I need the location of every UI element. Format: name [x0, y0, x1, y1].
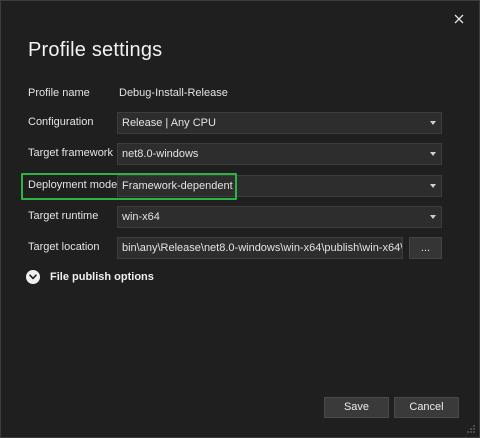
browse-button[interactable]: ... [409, 237, 442, 259]
chevron-down-icon [430, 184, 436, 188]
configuration-label: Configuration [28, 116, 94, 128]
target-location-input[interactable]: bin\any\Release\net8.0-windows\win-x64\p… [117, 237, 403, 259]
deployment-mode-value: Framework-dependent [122, 180, 233, 192]
resize-grip-icon[interactable] [466, 424, 476, 434]
close-button[interactable] [451, 11, 467, 27]
target-runtime-row: Target runtime win-x64 [28, 206, 442, 228]
target-runtime-value: win-x64 [122, 211, 160, 223]
deployment-mode-select[interactable]: Framework-dependent [117, 175, 442, 197]
cancel-button[interactable]: Cancel [394, 397, 459, 418]
target-location-row: Target location bin\any\Release\net8.0-w… [28, 237, 442, 259]
chevron-down-icon [430, 121, 436, 125]
profile-name-row: Profile name Debug-Install-Release [28, 83, 442, 105]
save-button[interactable]: Save [324, 397, 389, 418]
deployment-mode-row: Deployment mode Framework-dependent [28, 175, 442, 197]
close-icon [454, 14, 464, 24]
target-runtime-select[interactable]: win-x64 [117, 206, 442, 228]
profile-settings-dialog: Profile settings Profile name Debug-Inst… [0, 0, 480, 438]
chevron-down-icon [430, 152, 436, 156]
target-framework-label: Target framework [28, 147, 113, 159]
configuration-row: Configuration Release | Any CPU [28, 112, 442, 134]
chevron-down-icon [29, 274, 37, 280]
profile-name-value: Debug-Install-Release [119, 87, 228, 99]
profile-name-label: Profile name [28, 87, 90, 99]
target-framework-select[interactable]: net8.0-windows [117, 143, 442, 165]
dialog-title: Profile settings [28, 39, 163, 61]
configuration-select[interactable]: Release | Any CPU [117, 112, 442, 134]
file-publish-options-expander[interactable]: File publish options [26, 269, 154, 285]
file-publish-options-label: File publish options [50, 271, 154, 283]
target-framework-value: net8.0-windows [122, 148, 199, 160]
target-location-value: bin\any\Release\net8.0-windows\win-x64\p… [122, 242, 403, 254]
configuration-value: Release | Any CPU [122, 117, 216, 129]
target-framework-row: Target framework net8.0-windows [28, 143, 442, 165]
deployment-mode-label: Deployment mode [28, 179, 118, 191]
expander-circle [26, 270, 40, 284]
chevron-down-icon [430, 215, 436, 219]
target-runtime-label: Target runtime [28, 210, 99, 222]
target-location-label: Target location [28, 241, 100, 253]
